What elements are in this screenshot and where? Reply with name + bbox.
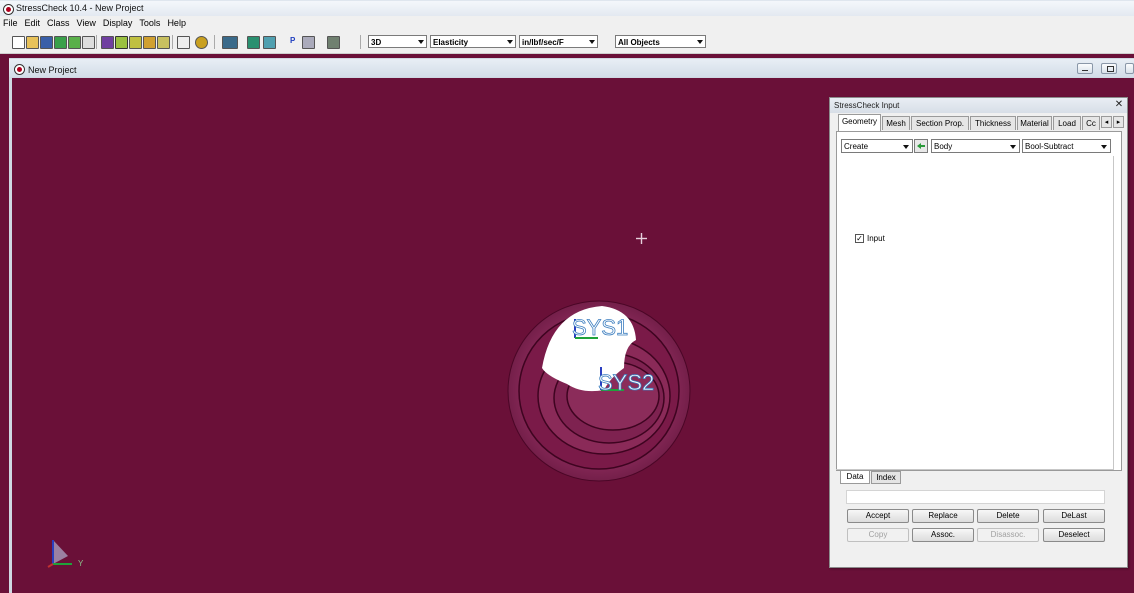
toolbar-separator	[360, 35, 361, 49]
input-dialog: StressCheck Input ✕ Geometry Mesh Sectio…	[829, 97, 1128, 568]
sys1-label: SYS1	[572, 315, 628, 340]
menu-bar: File Edit Class View Display Tools Help	[0, 16, 1134, 31]
tab-material[interactable]: Material	[1017, 116, 1052, 130]
dialog-title: StressCheck Input	[834, 101, 900, 110]
menu-class[interactable]: Class	[44, 16, 74, 31]
chevron-down-icon	[697, 40, 703, 44]
object-filter-select[interactable]: All Objects	[615, 35, 706, 48]
sys2-label: SYS2	[598, 370, 654, 395]
action-value: Create	[844, 142, 869, 151]
document-titlebar	[9, 59, 1134, 77]
tab-mesh[interactable]: Mesh	[882, 116, 910, 130]
menu-edit[interactable]: Edit	[22, 16, 45, 31]
analysis-type-select[interactable]: Elasticity	[430, 35, 516, 48]
copy-button[interactable]: Copy	[847, 528, 909, 542]
chevron-down-icon	[507, 40, 513, 44]
deselect-button[interactable]: Deselect	[1043, 528, 1105, 542]
tab-geometry[interactable]: Geometry	[838, 114, 881, 131]
crosshair-cursor-icon	[636, 233, 647, 244]
input-checkbox[interactable]: ✓	[855, 234, 864, 243]
mesh-view-icon[interactable]	[115, 36, 128, 49]
menu-help[interactable]: Help	[164, 16, 190, 31]
help-pointer-icon[interactable]	[195, 36, 208, 49]
toolbar-separator	[214, 35, 215, 49]
method-value: Bool-Subtract	[1025, 142, 1074, 151]
tab-constraint[interactable]: Cc	[1082, 116, 1100, 130]
disassoc-button[interactable]: Disassoc.	[977, 528, 1039, 542]
toolbar-separator	[96, 35, 97, 49]
green-arrow-icon	[917, 143, 925, 149]
toolbar-separator	[172, 35, 173, 49]
action-select[interactable]: Create	[841, 139, 913, 153]
chevron-down-icon	[903, 145, 909, 149]
method-select[interactable]: Bool-Subtract	[1022, 139, 1111, 153]
dimension-value: 3D	[371, 38, 382, 47]
select-mode-icon[interactable]	[101, 36, 114, 49]
new-file-icon[interactable]	[12, 36, 25, 49]
tab-section-prop[interactable]: Section Prop.	[911, 116, 969, 130]
tab-load[interactable]: Load	[1053, 116, 1081, 130]
close-document-button[interactable]	[1125, 63, 1134, 74]
axis-triad-icon: Y	[47, 540, 84, 568]
replace-button[interactable]: Replace	[912, 509, 974, 523]
tab-data[interactable]: Data	[840, 471, 870, 484]
constraint-icon[interactable]	[302, 36, 315, 49]
menu-tools[interactable]: Tools	[136, 16, 164, 31]
open-folder-icon[interactable]	[26, 36, 39, 49]
menu-view[interactable]: View	[74, 16, 100, 31]
dialog-close-button[interactable]: ✕	[1114, 100, 1124, 110]
hidden-line-icon[interactable]	[157, 36, 170, 49]
data-input-field[interactable]	[846, 490, 1105, 504]
window-title: StressCheck 10.4 - New Project	[16, 3, 144, 13]
tab-scroll-left-button[interactable]: ◂	[1101, 116, 1112, 128]
object-type-value: Body	[934, 142, 953, 151]
units-select[interactable]: in/lbf/sec/F	[519, 35, 598, 48]
chevron-down-icon	[589, 40, 595, 44]
print-icon[interactable]	[82, 36, 95, 49]
tab-index[interactable]: Index	[871, 471, 901, 484]
input-checkbox-label: Input	[867, 234, 885, 243]
restore-button[interactable]	[1101, 63, 1117, 74]
minimize-button[interactable]	[1077, 63, 1093, 74]
delete-button[interactable]: Delete	[977, 509, 1039, 523]
accept-button[interactable]: Accept	[847, 509, 909, 523]
object-type-select[interactable]: Body	[931, 139, 1020, 153]
parameter-area	[836, 156, 1114, 470]
dialog-titlebar: StressCheck Input ✕	[830, 98, 1127, 113]
beam-icon[interactable]	[222, 36, 238, 49]
result-icon[interactable]	[327, 36, 340, 49]
dimension-select[interactable]: 3D	[368, 35, 427, 48]
part-icon[interactable]	[263, 36, 276, 49]
minimize-icon	[1082, 70, 1088, 71]
delast-button[interactable]: DeLast	[1043, 509, 1105, 523]
section-icon[interactable]	[247, 36, 260, 49]
app-titlebar: StressCheck 10.4 - New Project	[0, 1, 1134, 16]
function-icon[interactable]	[177, 36, 190, 49]
main-toolbar: P 3D Elasticity in/lbf/sec/F All Objects	[0, 31, 1134, 54]
menu-file[interactable]: File	[0, 16, 22, 31]
document-title: New Project	[28, 65, 77, 75]
save-icon[interactable]	[40, 36, 53, 49]
save-as-icon[interactable]	[54, 36, 67, 49]
restore-icon	[1107, 66, 1114, 72]
object-filter-value: All Objects	[618, 38, 660, 47]
app-logo-icon	[3, 4, 14, 15]
tab-scroll-right-button[interactable]: ▸	[1113, 116, 1124, 128]
units-value: in/lbf/sec/F	[522, 38, 564, 47]
chevron-down-icon	[418, 40, 424, 44]
chevron-down-icon	[1101, 145, 1107, 149]
document-icon	[14, 64, 25, 75]
shaded-view-icon[interactable]	[143, 36, 156, 49]
menu-display[interactable]: Display	[100, 16, 137, 31]
export-icon[interactable]	[68, 36, 81, 49]
solid-view-icon[interactable]	[129, 36, 142, 49]
p-level-label[interactable]: P	[290, 36, 295, 45]
assoc-button[interactable]: Assoc.	[912, 528, 974, 542]
tab-thickness[interactable]: Thickness	[970, 116, 1016, 130]
swap-button[interactable]	[914, 139, 928, 153]
analysis-type-value: Elasticity	[433, 38, 469, 47]
triad-y-label: Y	[78, 559, 84, 568]
chevron-down-icon	[1010, 145, 1016, 149]
